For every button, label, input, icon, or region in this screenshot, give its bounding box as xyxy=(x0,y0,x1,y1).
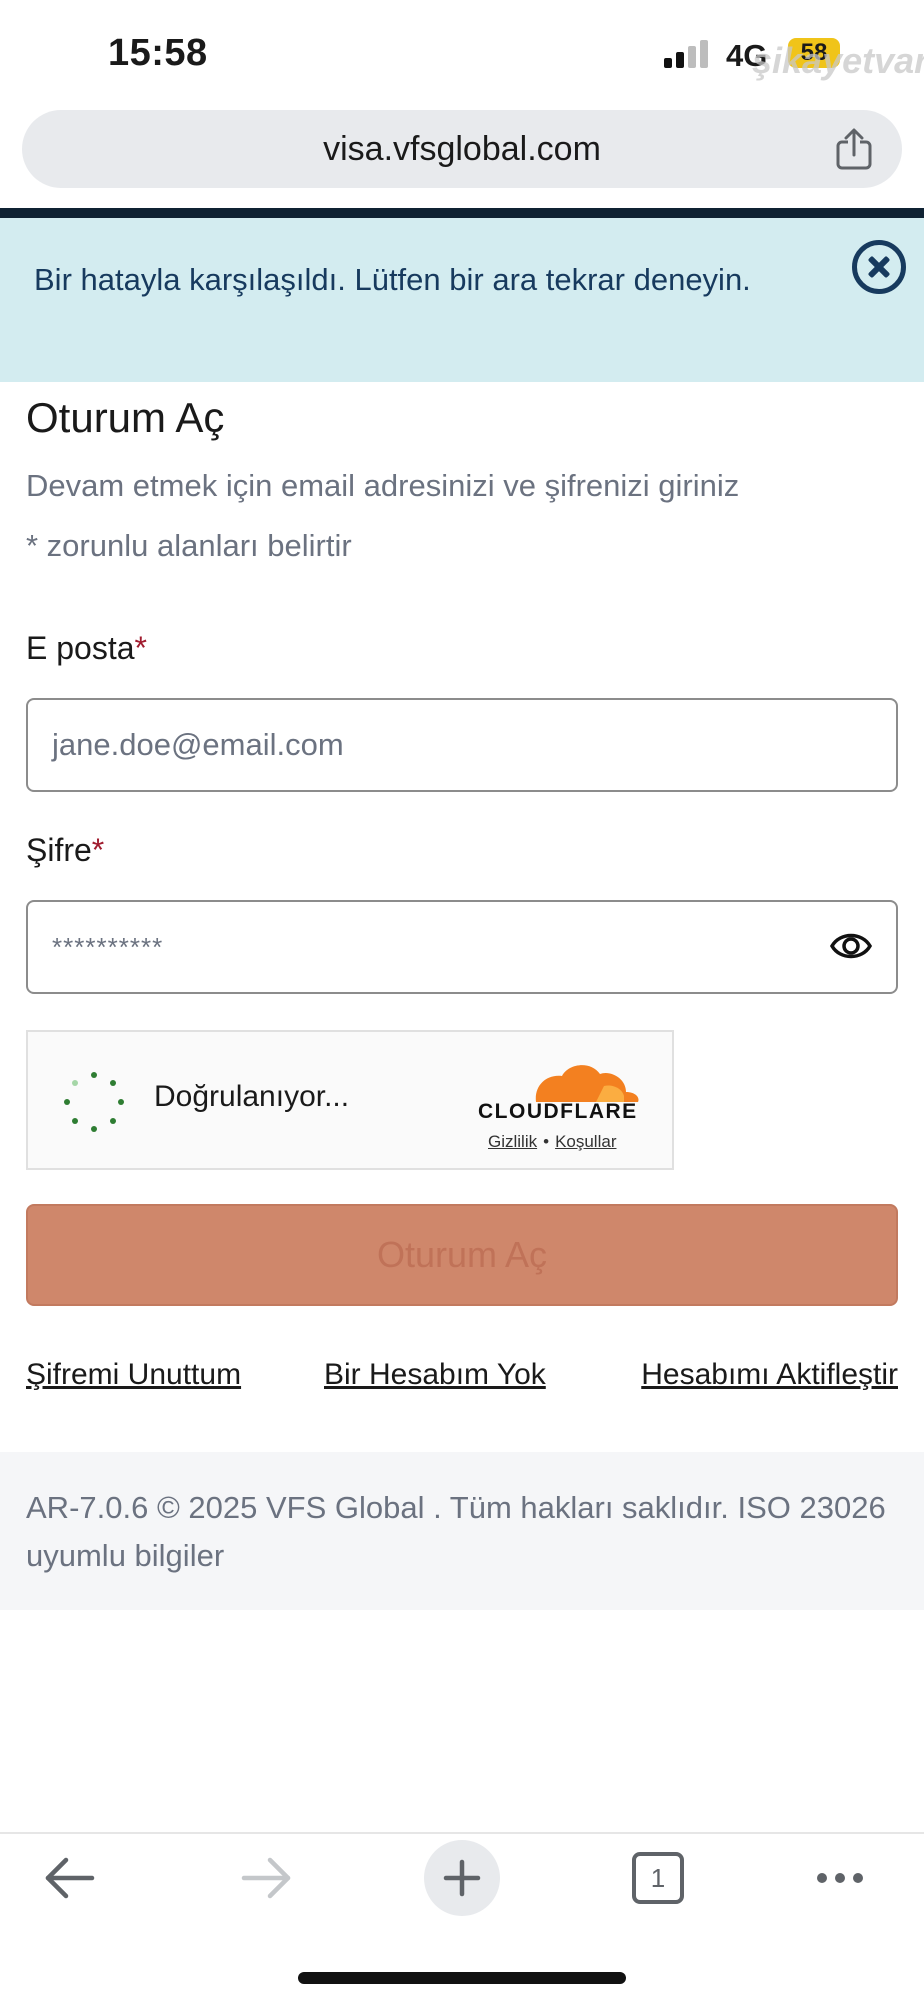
footer-text: AR-7.0.6 © 2025 VFS Global . Tüm hakları… xyxy=(26,1490,886,1573)
cloudflare-wordmark: CLOUDFLARE xyxy=(478,1100,638,1123)
error-message: Bir hatayla karşılaşıldı. Lütfen bir ara… xyxy=(34,262,751,297)
header-divider xyxy=(0,208,924,218)
password-label-text: Şifre xyxy=(26,832,92,868)
form-subtitle: Devam etmek için email adresinizi ve şif… xyxy=(26,468,740,503)
password-label: Şifre* xyxy=(26,832,104,869)
email-field[interactable]: jane.doe@email.com xyxy=(26,698,898,792)
cloudflare-logo xyxy=(535,1065,639,1102)
status-time: 15:58 xyxy=(108,32,208,74)
more-options-icon[interactable] xyxy=(812,1850,868,1906)
eye-icon[interactable] xyxy=(830,926,872,966)
activate-account-link[interactable]: Hesabımı Aktifleştir xyxy=(641,1358,898,1392)
captcha-widget[interactable]: Doğrulanıyor... CLOUDFLARE Gizlilik • Koşu… xyxy=(26,1030,674,1170)
captcha-status: Doğrulanıyor... xyxy=(154,1080,350,1113)
account-links: Şifremi Unuttum Bir Hesabım Yok Hesabımı… xyxy=(26,1358,898,1402)
forward-arrow-icon[interactable] xyxy=(238,1850,294,1906)
password-value: ********** xyxy=(52,932,164,962)
privacy-link[interactable]: Gizlilik xyxy=(488,1132,537,1151)
plus-icon xyxy=(443,1859,481,1897)
loading-spinner-icon xyxy=(64,1072,124,1132)
required-mark: * xyxy=(91,832,105,868)
tab-switcher-button[interactable]: 1 xyxy=(632,1852,684,1904)
url-text: visa.vfsglobal.com xyxy=(323,130,601,168)
status-bar: 15:58 4G 58 şikayetvar xyxy=(0,0,924,104)
email-label: E posta* xyxy=(26,630,147,667)
address-bar[interactable]: visa.vfsglobal.com xyxy=(22,110,902,188)
email-label-text: E posta xyxy=(26,630,135,666)
footer: AR-7.0.6 © 2025 VFS Global . Tüm hakları… xyxy=(0,1452,924,1610)
sign-in-label: Oturum Aç xyxy=(376,1234,548,1275)
separator: • xyxy=(543,1132,550,1151)
captcha-links: Gizlilik • Koşullar xyxy=(488,1132,616,1152)
new-tab-button[interactable] xyxy=(424,1840,500,1916)
back-arrow-icon[interactable] xyxy=(42,1850,98,1906)
close-alert-button[interactable] xyxy=(852,240,906,294)
page-title: Oturum Aç xyxy=(26,394,225,441)
toolbar-divider xyxy=(0,1832,924,1834)
no-account-link[interactable]: Bir Hesabım Yok xyxy=(324,1358,546,1392)
share-icon[interactable] xyxy=(834,128,874,170)
error-alert: Bir hatayla karşılaşıldı. Lütfen bir ara… xyxy=(0,218,924,382)
password-field[interactable]: ********** xyxy=(26,900,898,994)
required-note: * zorunlu alanları belirtir xyxy=(26,528,352,563)
terms-link[interactable]: Koşullar xyxy=(555,1132,616,1151)
required-mark: * xyxy=(134,630,147,666)
signal-icon xyxy=(664,40,712,68)
sign-in-button[interactable]: Oturum Aç xyxy=(26,1204,898,1306)
watermark: şikayetvar xyxy=(752,40,924,81)
home-indicator xyxy=(298,1972,626,1984)
forgot-password-link[interactable]: Şifremi Unuttum xyxy=(26,1358,241,1392)
email-placeholder: jane.doe@email.com xyxy=(52,727,344,762)
